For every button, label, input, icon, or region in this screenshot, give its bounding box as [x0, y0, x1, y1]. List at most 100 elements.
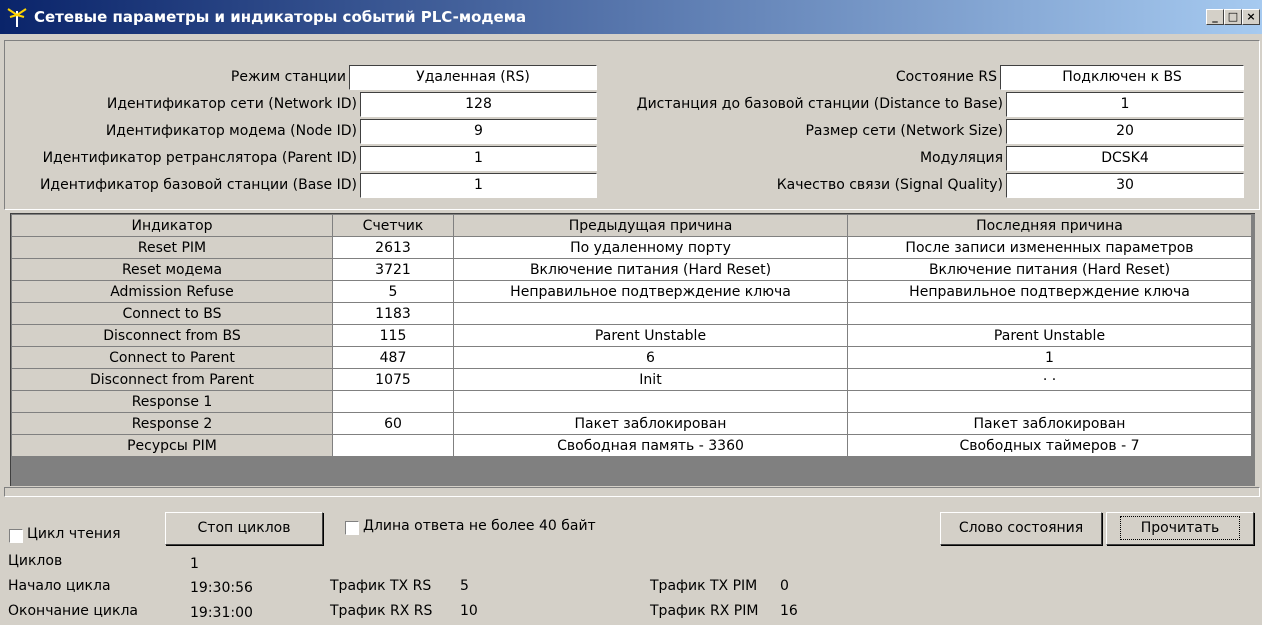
indicator-name: Connect to BS: [11, 302, 333, 325]
base-id-field[interactable]: 1: [360, 173, 597, 198]
prev-reason-cell: [453, 302, 848, 325]
indicator-name: Response 1: [11, 390, 333, 413]
prev-reason-cell: По удаленному порту: [453, 236, 848, 259]
cycle-start-label: Начало цикла: [8, 578, 111, 594]
indicator-name: Disconnect from Parent: [11, 368, 333, 391]
node-id-field[interactable]: 9: [360, 119, 597, 144]
tx-pim-value: 0: [780, 578, 789, 594]
header-indicator[interactable]: Индикатор: [11, 214, 333, 237]
maximize-button[interactable]: □: [1224, 9, 1242, 25]
table-row[interactable]: Reset PIM 2613 По удаленному порту После…: [11, 236, 1252, 259]
counter-cell: 1183: [332, 302, 454, 325]
last-reason-cell: Неправильное подтверждение ключа: [847, 280, 1252, 303]
table-row[interactable]: Connect to BS 1183: [11, 302, 1252, 325]
last-reason-cell: 1: [847, 346, 1252, 369]
read-button[interactable]: Прочитать: [1106, 512, 1254, 545]
minimize-button[interactable]: _: [1206, 9, 1224, 25]
prev-reason-cell: Init: [453, 368, 848, 391]
last-reason-cell: [847, 302, 1252, 325]
rs-state-label: Состояние RS: [895, 69, 997, 85]
table-row[interactable]: Connect to Parent 487 6 1: [11, 346, 1252, 369]
table-row[interactable]: Reset модема 3721 Включение питания (Har…: [11, 258, 1252, 281]
rx-rs-label: Трафик RX RS: [330, 603, 433, 619]
node-id-label: Идентификатор модема (Node ID): [105, 123, 357, 139]
table-row[interactable]: Disconnect from Parent 1075 Init · ·: [11, 368, 1252, 391]
network-size-field[interactable]: 20: [1006, 119, 1244, 144]
events-table: Индикатор Счетчик Предыдущая причина Пос…: [11, 214, 1252, 457]
counter-cell: 60: [332, 412, 454, 435]
counter-cell: [332, 434, 454, 457]
antenna-app-icon: [7, 8, 27, 27]
read-button-label: Прочитать: [1119, 516, 1241, 540]
indicator-name: Ресурсы PIM: [11, 434, 333, 457]
cycle-read-label[interactable]: Цикл чтения: [27, 526, 121, 542]
tx-rs-label: Трафик TX RS: [330, 578, 432, 594]
prev-reason-cell: Неправильное подтверждение ключа: [453, 280, 848, 303]
modulation-field[interactable]: DCSK4: [1006, 146, 1244, 171]
counter-cell: 5: [332, 280, 454, 303]
parent-id-field[interactable]: 1: [360, 146, 597, 171]
indicator-name: Reset PIM: [11, 236, 333, 259]
grid-separator: [4, 487, 1260, 497]
cycle-read-checkbox[interactable]: [9, 529, 23, 543]
indicator-name: Response 2: [11, 412, 333, 435]
close-button[interactable]: ×: [1242, 9, 1260, 25]
rs-state-field[interactable]: Подключен к BS: [1000, 65, 1244, 90]
table-row[interactable]: Ресурсы PIM Свободная память - 3360 Своб…: [11, 434, 1252, 457]
signal-quality-field[interactable]: 30: [1006, 173, 1244, 198]
table-row[interactable]: Disconnect from BS 115 Parent Unstable P…: [11, 324, 1252, 347]
indicator-name: Admission Refuse: [11, 280, 333, 303]
signal-quality-label: Качество связи (Signal Quality): [776, 177, 1003, 193]
window-title: Сетевые параметры и индикаторы событий P…: [34, 8, 527, 26]
prev-reason-cell: Свободная память - 3360: [453, 434, 848, 457]
network-id-label: Идентификатор сети (Network ID): [106, 96, 357, 112]
cycles-label: Циклов: [8, 553, 63, 569]
table-row[interactable]: Admission Refuse 5 Неправильное подтверж…: [11, 280, 1252, 303]
network-size-label: Размер сети (Network Size): [805, 123, 1003, 139]
table-row[interactable]: Response 1: [11, 390, 1252, 413]
last-reason-cell: · ·: [847, 368, 1252, 391]
base-id-label: Идентификатор базовой станции (Base ID): [39, 177, 357, 193]
rx-pim-label: Трафик RX PIM: [650, 603, 759, 619]
prev-reason-cell: Пакет заблокирован: [453, 412, 848, 435]
answer-length-label[interactable]: Длина ответа не более 40 байт: [363, 518, 596, 534]
counter-cell: 1075: [332, 368, 454, 391]
indicator-name: Disconnect from BS: [11, 324, 333, 347]
prev-reason-cell: [453, 390, 848, 413]
cycle-end-value: 19:31:00: [190, 605, 253, 621]
last-reason-cell: Parent Unstable: [847, 324, 1252, 347]
last-reason-cell: [847, 390, 1252, 413]
station-mode-label: Режим станции: [230, 69, 346, 85]
tx-rs-value: 5: [460, 578, 469, 594]
counter-cell: 115: [332, 324, 454, 347]
indicator-name: Connect to Parent: [11, 346, 333, 369]
answer-length-checkbox[interactable]: [345, 521, 359, 535]
cycle-start-value: 19:30:56: [190, 580, 253, 596]
station-mode-field[interactable]: Удаленная (RS): [349, 65, 597, 90]
distance-to-base-field[interactable]: 1: [1006, 92, 1244, 117]
status-word-button[interactable]: Слово состояния: [940, 512, 1102, 545]
rx-rs-value: 10: [460, 603, 478, 619]
header-counter[interactable]: Счетчик: [332, 214, 454, 237]
header-last-reason[interactable]: Последняя причина: [847, 214, 1252, 237]
last-reason-cell: Свободных таймеров - 7: [847, 434, 1252, 457]
network-params-panel: Режим станции Удаленная (RS) Идентификат…: [4, 40, 1260, 210]
distance-to-base-label: Дистанция до базовой станции (Distance t…: [636, 96, 1003, 112]
header-prev-reason[interactable]: Предыдущая причина: [453, 214, 848, 237]
prev-reason-cell: Включение питания (Hard Reset): [453, 258, 848, 281]
parent-id-label: Идентификатор ретранслятора (Parent ID): [42, 150, 357, 166]
prev-reason-cell: Parent Unstable: [453, 324, 848, 347]
counter-cell: 2613: [332, 236, 454, 259]
last-reason-cell: После записи измененных параметров: [847, 236, 1252, 259]
table-row[interactable]: Response 2 60 Пакет заблокирован Пакет з…: [11, 412, 1252, 435]
network-id-field[interactable]: 128: [360, 92, 597, 117]
stop-cycles-button[interactable]: Стоп циклов: [165, 512, 323, 545]
title-bar[interactable]: Сетевые параметры и индикаторы событий P…: [0, 0, 1262, 34]
cycles-value: 1: [190, 556, 199, 572]
counter-cell: [332, 390, 454, 413]
events-grid[interactable]: Индикатор Счетчик Предыдущая причина Пос…: [10, 213, 1255, 486]
prev-reason-cell: 6: [453, 346, 848, 369]
modulation-label: Модуляция: [919, 150, 1003, 166]
cycle-end-label: Окончание цикла: [8, 603, 138, 619]
indicator-name: Reset модема: [11, 258, 333, 281]
